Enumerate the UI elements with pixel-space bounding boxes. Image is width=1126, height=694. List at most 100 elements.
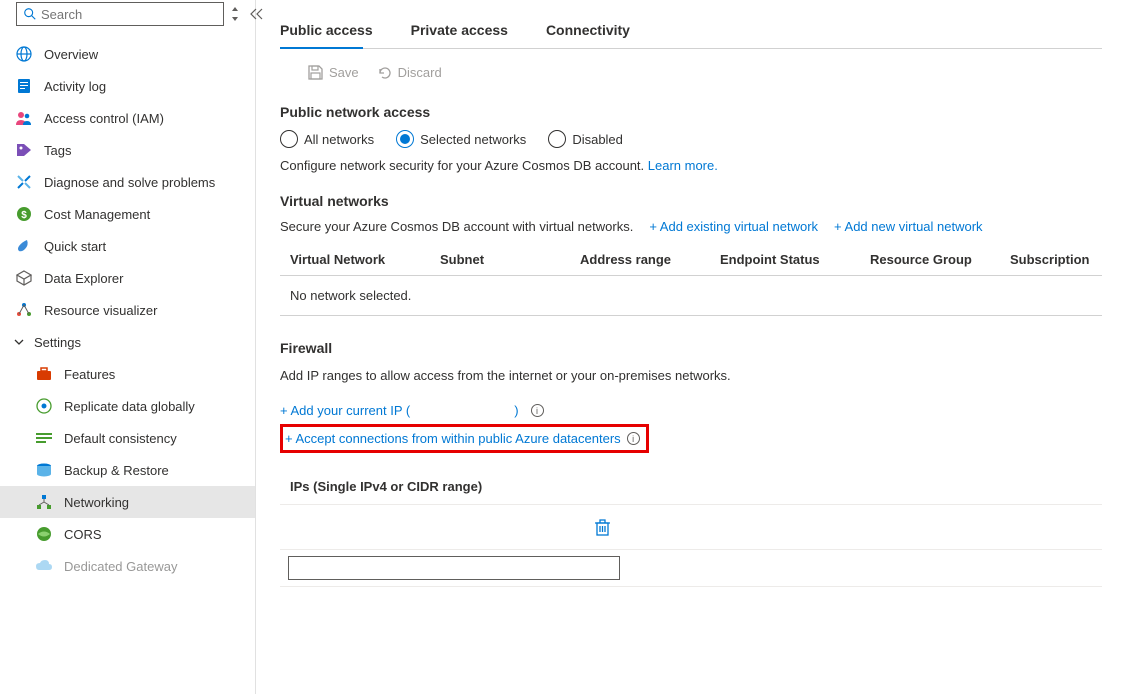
nav-cors[interactable]: CORS	[0, 518, 255, 550]
col-subscription: Subscription	[1000, 252, 1102, 267]
col-subnet: Subnet	[430, 252, 570, 267]
network-desc: Configure network security for your Azur…	[280, 158, 1102, 173]
nav-cost-management[interactable]: $ Cost Management	[0, 198, 255, 230]
radio-selected-networks[interactable]: Selected networks	[396, 130, 526, 148]
discard-button[interactable]: Discard	[377, 65, 442, 80]
toolbar: Save Discard	[280, 65, 1102, 86]
search-icon	[23, 7, 37, 21]
globe-icon	[16, 46, 32, 62]
vnet-header: Secure your Azure Cosmos DB account with…	[280, 219, 1102, 234]
nav-networking[interactable]: Networking	[0, 486, 255, 518]
learn-more-link[interactable]: Learn more.	[648, 158, 718, 173]
log-icon	[17, 78, 31, 94]
vnet-table: Virtual Network Subnet Address range End…	[280, 242, 1102, 316]
highlight-box: + Accept connections from within public …	[280, 424, 649, 453]
undo-icon	[377, 65, 392, 80]
ip-range-input[interactable]	[288, 556, 620, 580]
nav-label: Overview	[44, 47, 98, 62]
tab-public-access[interactable]: Public access	[280, 12, 387, 48]
empty-message: No network selected.	[280, 288, 430, 303]
search-bar	[8, 2, 247, 26]
save-label: Save	[329, 65, 359, 80]
save-icon	[308, 65, 323, 80]
nav-access-control[interactable]: Access control (IAM)	[0, 102, 255, 134]
nav-label: Activity log	[44, 79, 106, 94]
nav-label: Default consistency	[64, 431, 177, 446]
col-resource-group: Resource Group	[860, 252, 1000, 267]
nav-label: Resource visualizer	[44, 303, 157, 318]
network-access-radios: All networks Selected networks Disabled	[280, 130, 1102, 148]
tabs: Public access Private access Connectivit…	[280, 12, 1102, 49]
nav-consistency[interactable]: Default consistency	[0, 422, 255, 454]
search-input[interactable]	[41, 7, 217, 22]
nav-label: Features	[64, 367, 115, 382]
firewall-section: Firewall Add IP ranges to allow access f…	[280, 340, 1102, 587]
nav-overview[interactable]: Overview	[0, 38, 255, 70]
radio-disabled[interactable]: Disabled	[548, 130, 623, 148]
network-icon	[36, 495, 52, 509]
nav-label: Diagnose and solve problems	[44, 175, 215, 190]
table-header: Virtual Network Subnet Address range End…	[280, 242, 1102, 276]
public-network-title: Public network access	[280, 104, 1102, 120]
nav: Overview Activity log Access control (IA…	[0, 28, 255, 582]
add-existing-vnet-link[interactable]: + Add existing virtual network	[649, 219, 818, 234]
radio-label: Disabled	[572, 132, 623, 147]
nav-resource-visualizer[interactable]: Resource visualizer	[0, 294, 255, 326]
info-icon[interactable]: i	[627, 432, 640, 445]
nav-section-label: Settings	[34, 335, 81, 350]
nav-label: Tags	[44, 143, 71, 158]
nav-data-explorer[interactable]: Data Explorer	[0, 262, 255, 294]
sidebar: Overview Activity log Access control (IA…	[0, 0, 256, 694]
col-virtual-network: Virtual Network	[280, 252, 430, 267]
sort-icon[interactable]	[230, 7, 240, 21]
toolbox-icon	[36, 367, 52, 381]
info-icon[interactable]: i	[531, 404, 544, 417]
add-new-vnet-link[interactable]: + Add new virtual network	[834, 219, 983, 234]
nav-label: Replicate data globally	[64, 399, 195, 414]
nav-dedicated-gateway[interactable]: Dedicated Gateway	[0, 550, 255, 582]
svg-text:$: $	[21, 210, 27, 221]
col-endpoint-status: Endpoint Status	[710, 252, 860, 267]
cost-icon: $	[16, 206, 32, 222]
discard-label: Discard	[398, 65, 442, 80]
tools-icon	[16, 174, 32, 190]
consistency-icon	[36, 432, 52, 444]
radio-label: Selected networks	[420, 132, 526, 147]
table-row-empty: No network selected.	[280, 276, 1102, 316]
vnet-desc: Secure your Azure Cosmos DB account with…	[280, 219, 633, 234]
trash-icon[interactable]	[595, 519, 610, 536]
add-current-ip-link[interactable]: + Add your current IP (xxxxxxxxxxxxxxxx)	[280, 403, 519, 418]
firewall-desc: Add IP ranges to allow access from the i…	[280, 368, 1102, 383]
accept-azure-datacenters-link[interactable]: + Accept connections from within public …	[285, 431, 621, 446]
nav-tags[interactable]: Tags	[0, 134, 255, 166]
nav-section-settings[interactable]: Settings	[0, 326, 255, 358]
firewall-title: Firewall	[280, 340, 1102, 356]
nav-label: CORS	[64, 527, 102, 542]
replicate-icon	[36, 398, 52, 414]
nav-label: Dedicated Gateway	[64, 559, 177, 574]
nav-label: Cost Management	[44, 207, 150, 222]
search-input-container[interactable]	[16, 2, 224, 26]
nav-activity-log[interactable]: Activity log	[0, 70, 255, 102]
tab-connectivity[interactable]: Connectivity	[546, 12, 644, 48]
col-address-range: Address range	[570, 252, 710, 267]
nav-replicate[interactable]: Replicate data globally	[0, 390, 255, 422]
nav-features[interactable]: Features	[0, 358, 255, 390]
nav-quick-start[interactable]: Quick start	[0, 230, 255, 262]
ip-delete-row	[280, 504, 1102, 550]
tag-icon	[16, 143, 32, 157]
nav-backup[interactable]: Backup & Restore	[0, 454, 255, 486]
rocket-icon	[16, 238, 32, 254]
nav-label: Access control (IAM)	[44, 111, 164, 126]
nav-label: Data Explorer	[44, 271, 123, 286]
backup-icon	[36, 463, 52, 477]
nav-diagnose[interactable]: Diagnose and solve problems	[0, 166, 255, 198]
tab-private-access[interactable]: Private access	[411, 12, 522, 48]
vnet-title: Virtual networks	[280, 193, 1102, 209]
add-current-ip-row: + Add your current IP (xxxxxxxxxxxxxxxx)…	[280, 403, 1102, 418]
radio-all-networks[interactable]: All networks	[280, 130, 374, 148]
graph-icon	[16, 302, 32, 318]
ip-input-row	[280, 550, 1102, 587]
save-button[interactable]: Save	[308, 65, 359, 80]
radio-label: All networks	[304, 132, 374, 147]
